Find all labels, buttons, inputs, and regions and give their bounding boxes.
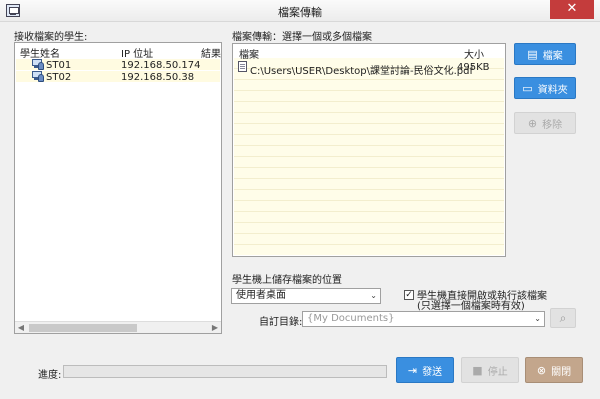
chevron-down-icon: ⌄ <box>370 291 377 300</box>
student-list[interactable]: 學生姓名 IP 位址 結果 ST01 192.168.50.174 ST02 1… <box>14 42 222 334</box>
file-list[interactable]: 檔案 大小 C:\Users\USER\Desktop\課堂討論-民俗文化.pd… <box>232 43 506 257</box>
add-file-button[interactable]: ▤ 檔案 <box>514 43 576 65</box>
students-group-label: 接收檔案的學生: <box>14 28 90 43</box>
column-header-result[interactable]: 結果 <box>201 45 221 60</box>
window-title: 檔案傳輸 <box>278 6 322 19</box>
file-path: C:\Users\USER\Desktop\課堂討論-民俗文化.pdf <box>250 66 474 77</box>
progress-label: 進度: <box>38 370 62 381</box>
window-close-button[interactable]: ✕ <box>550 0 594 19</box>
close-button[interactable]: ⊗ 關閉 <box>525 357 583 383</box>
custom-dir-value: {My Documents} <box>307 313 395 324</box>
scrollbar-thumb[interactable] <box>29 324 137 332</box>
add-folder-label: 資料夾 <box>537 84 568 96</box>
open-directly-note: (只選擇一個檔案時有效) <box>417 301 525 312</box>
save-location-selected: 使用者桌面 <box>236 290 286 301</box>
plus-icon: ⊕ <box>527 116 538 130</box>
file-list-background <box>234 58 504 255</box>
add-file-label: 檔案 <box>542 50 563 62</box>
horizontal-scrollbar[interactable]: ◀ ▶ <box>15 321 221 333</box>
file-size: 495KB <box>457 62 490 73</box>
remove-button[interactable]: ⊕ 移除 <box>514 112 576 134</box>
custom-dir-input[interactable]: {My Documents} ⌄ <box>302 311 545 327</box>
remove-label: 移除 <box>542 119 563 131</box>
save-location-select[interactable]: 使用者桌面 ⌄ <box>231 288 381 304</box>
search-icon: ⌕ <box>559 310 567 325</box>
student-pc-icon <box>32 71 44 82</box>
scroll-left-icon[interactable]: ◀ <box>15 322 27 333</box>
stop-icon: ■ <box>472 363 483 377</box>
send-icon: ⇥ <box>407 363 418 377</box>
transfer-group-label: 檔案傳輸：選擇一個或多個檔案 <box>232 28 374 43</box>
send-label: 發送 <box>422 366 443 378</box>
stop-label: 停止 <box>487 366 508 378</box>
file-document-icon <box>238 61 247 72</box>
student-name: ST01 <box>46 60 72 71</box>
custom-dir-label: 自訂目錄: <box>259 317 303 328</box>
scroll-right-icon[interactable]: ▶ <box>209 322 221 333</box>
close-icon: ⊗ <box>536 363 547 377</box>
student-name: ST02 <box>46 72 72 83</box>
student-pc-icon <box>32 59 44 70</box>
close-label: 關閉 <box>551 366 572 378</box>
browse-button[interactable]: ⌕ <box>550 308 576 328</box>
title-bar: 檔案傳輸 ✕ <box>0 0 600 22</box>
file-icon: ▤ <box>527 47 538 61</box>
send-button[interactable]: ⇥ 發送 <box>396 357 454 383</box>
column-header-size[interactable]: 大小 <box>464 46 484 61</box>
chevron-down-icon: ⌄ <box>534 314 541 323</box>
column-header-student-name[interactable]: 學生姓名 <box>20 45 60 60</box>
save-location-group-label: 學生機上儲存檔案的位置 <box>232 271 344 286</box>
add-folder-button[interactable]: ▭ 資料夾 <box>514 77 576 99</box>
stop-button[interactable]: ■ 停止 <box>461 357 519 383</box>
student-ip: 192.168.50.174 <box>121 60 201 71</box>
progress-bar <box>63 365 387 378</box>
open-directly-checkbox[interactable]: ✓ <box>404 290 414 300</box>
student-ip: 192.168.50.38 <box>121 72 195 83</box>
column-header-ip[interactable]: IP 位址 <box>121 45 153 60</box>
column-header-file[interactable]: 檔案 <box>239 46 259 61</box>
folder-icon: ▭ <box>522 81 533 95</box>
